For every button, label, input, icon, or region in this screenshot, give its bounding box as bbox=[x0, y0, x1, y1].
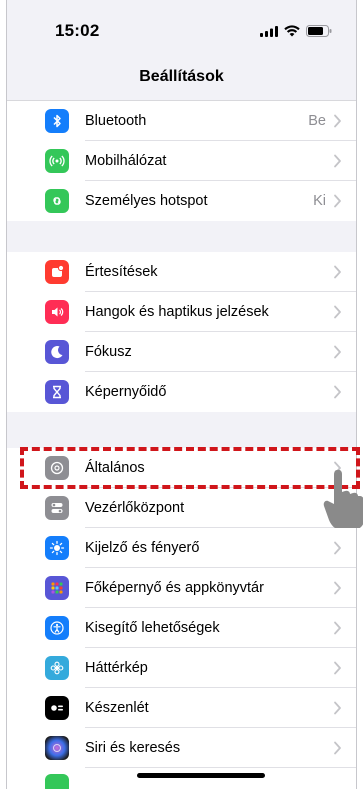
chevron-right-icon bbox=[334, 701, 341, 715]
settings-row-keszenlet[interactable]: Készenlét bbox=[7, 688, 356, 728]
highlight-box bbox=[20, 447, 360, 489]
settings-row-label: Hangok és haptikus jelzések bbox=[85, 304, 269, 320]
settings-row-label: Képernyőidő bbox=[85, 384, 167, 400]
settings-row-label: Kijelző és fényerő bbox=[85, 540, 200, 556]
settings-row-siri[interactable]: Siri és keresés bbox=[7, 728, 356, 768]
moon-icon bbox=[45, 340, 69, 364]
settings-row-hotspot[interactable]: Személyes hotspot Ki bbox=[7, 181, 356, 221]
status-bar: 15:02 bbox=[7, 0, 356, 62]
chevron-right-icon bbox=[334, 305, 341, 319]
page-title: Beállítások bbox=[139, 68, 224, 85]
settings-row-value: Be bbox=[308, 113, 326, 129]
settings-row-bluetooth[interactable]: Bluetooth Be bbox=[7, 101, 356, 141]
chevron-right-icon bbox=[334, 114, 341, 128]
cellular-signal-icon bbox=[260, 25, 278, 37]
settings-row-label: Vezérlőközpont bbox=[85, 500, 185, 516]
hotspot-icon bbox=[45, 189, 69, 213]
settings-row-label: Főképernyő és appkönyvtár bbox=[85, 580, 264, 596]
settings-row-label: Siri és keresés bbox=[85, 740, 181, 756]
status-time: 15:02 bbox=[55, 21, 100, 40]
chevron-right-icon bbox=[334, 345, 341, 359]
app-grid-icon bbox=[45, 576, 69, 600]
settings-group-notifications: Értesítések Hangok és haptikus jelzések … bbox=[7, 252, 356, 412]
flower-icon bbox=[45, 656, 69, 680]
settings-row-kepernyoido[interactable]: Képernyőidő bbox=[7, 372, 356, 412]
settings-row-partial[interactable] bbox=[7, 768, 356, 789]
settings-group-connectivity: Bluetooth Be Mobilhálózat Személyes hots… bbox=[7, 100, 356, 221]
settings-row-mobilhalozat[interactable]: Mobilhálózat bbox=[7, 141, 356, 181]
chevron-right-icon bbox=[334, 265, 341, 279]
notifications-icon bbox=[45, 260, 69, 284]
settings-row-label: Készenlét bbox=[85, 700, 149, 716]
home-indicator bbox=[137, 773, 265, 778]
settings-row-kisegito[interactable]: Kisegítő lehetőségek bbox=[7, 608, 356, 648]
settings-row-label: Fókusz bbox=[85, 344, 132, 360]
chevron-right-icon bbox=[334, 661, 341, 675]
chevron-right-icon bbox=[334, 154, 341, 168]
chevron-right-icon bbox=[334, 194, 341, 208]
settings-row-fokusz[interactable]: Fókusz bbox=[7, 332, 356, 372]
settings-row-kijelzo[interactable]: Kijelző és fényerő bbox=[7, 528, 356, 568]
antenna-icon bbox=[45, 149, 69, 173]
settings-row-value: Ki bbox=[313, 193, 326, 209]
pointing-hand-icon bbox=[323, 469, 363, 528]
chevron-right-icon bbox=[334, 741, 341, 755]
sun-icon bbox=[45, 536, 69, 560]
chevron-right-icon bbox=[334, 581, 341, 595]
partial-app-icon bbox=[45, 774, 69, 789]
settings-row-label: Háttérkép bbox=[85, 660, 148, 676]
settings-group-general: Általános Vezérlőközpont Kijelző és fény… bbox=[7, 448, 356, 789]
settings-row-hatterkep[interactable]: Háttérkép bbox=[7, 648, 356, 688]
toggles-icon bbox=[45, 496, 69, 520]
settings-row-label: Értesítések bbox=[85, 264, 158, 280]
status-icons bbox=[260, 25, 332, 37]
settings-row-vezerlokozpont[interactable]: Vezérlőközpont bbox=[7, 488, 356, 528]
wifi-icon bbox=[284, 25, 300, 37]
battery-icon bbox=[306, 25, 332, 37]
speaker-icon bbox=[45, 300, 69, 324]
chevron-right-icon bbox=[334, 385, 341, 399]
settings-row-label: Mobilhálózat bbox=[85, 153, 167, 169]
settings-row-hangok[interactable]: Hangok és haptikus jelzések bbox=[7, 292, 356, 332]
standby-icon bbox=[45, 696, 69, 720]
accessibility-icon bbox=[45, 616, 69, 640]
settings-row-label: Személyes hotspot bbox=[85, 193, 208, 209]
siri-icon bbox=[45, 736, 69, 760]
settings-row-fokepernyo[interactable]: Főképernyő és appkönyvtár bbox=[7, 568, 356, 608]
bluetooth-icon bbox=[45, 109, 69, 133]
chevron-right-icon bbox=[334, 621, 341, 635]
hourglass-icon bbox=[45, 380, 69, 404]
settings-row-ertesitesek[interactable]: Értesítések bbox=[7, 252, 356, 292]
chevron-right-icon bbox=[334, 541, 341, 555]
phone-screen: 15:02 Beállítások Bluetooth Be Mobilháló… bbox=[6, 0, 357, 789]
settings-row-label: Bluetooth bbox=[85, 113, 147, 129]
settings-row-label: Kisegítő lehetőségek bbox=[85, 620, 220, 636]
